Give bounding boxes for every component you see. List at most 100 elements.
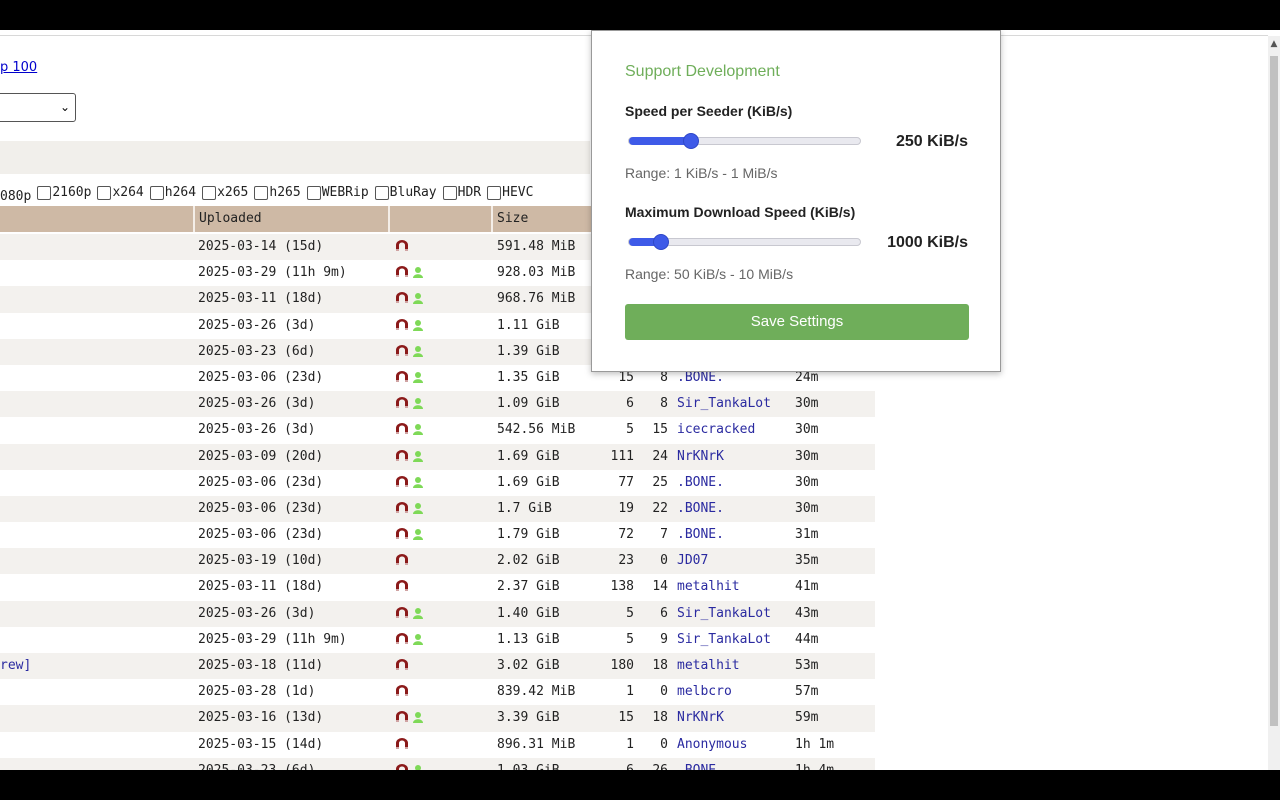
magnet-icon[interactable]: [395, 580, 409, 592]
filter-checkbox[interactable]: [254, 185, 269, 200]
magnet-icon[interactable]: [395, 737, 409, 750]
table-row[interactable]: 2025-03-15 (14d) 896.31 MiB 1 0 Anonymous 1h …: [0, 731, 875, 758]
top-100-link[interactable]: p 100: [0, 60, 37, 75]
table-row[interactable]: 2025-03-29 (11h 9m) 1.13 GiB 5 9 Sir_TankaLo…: [0, 626, 875, 653]
magnet-icon[interactable]: [395, 606, 409, 619]
table-row[interactable]: 2025-03-06 (23d) 1.69 GiB 77 25 .BONE. 30m: [0, 469, 875, 496]
magnet-icon[interactable]: [395, 659, 409, 671]
row-uploader-link[interactable]: icecracked: [677, 417, 755, 443]
magnet-icon[interactable]: [395, 475, 409, 488]
row-uploader-link[interactable]: .BONE.: [677, 496, 724, 522]
magnet-icon[interactable]: [395, 554, 409, 566]
row-uploader-link[interactable]: metalhit: [677, 574, 740, 600]
table-row[interactable]: 2025-03-09 (20d) 1.69 GiB 111 24 NrKNrK 30m: [0, 443, 875, 470]
row-uploader-link[interactable]: melbcro: [677, 679, 732, 705]
row-uploader-link[interactable]: Sir_TankaLot: [677, 601, 771, 627]
filter-checkbox[interactable]: [97, 185, 112, 200]
magnet-icon[interactable]: [395, 370, 409, 383]
magnet-icon[interactable]: [395, 449, 409, 462]
table-row[interactable]: 2025-03-28 (1d) 839.42 MiB 1 0 melbcro 57m: [0, 679, 875, 706]
magnet-icon[interactable]: [395, 711, 409, 723]
row-seeders: 23: [618, 553, 634, 569]
row-uploader-link[interactable]: Sir_TankaLot: [677, 391, 771, 417]
magnet-icon[interactable]: [395, 318, 409, 331]
category-select[interactable]: ⌄: [0, 93, 76, 122]
row-uploader-link[interactable]: .BONE.: [677, 470, 724, 496]
magnet-icon[interactable]: [395, 292, 409, 304]
save-settings-button[interactable]: Save Settings: [625, 304, 969, 340]
table-row[interactable]: 2025-03-19 (10d) 2.02 GiB 23 0 JD07 35m: [0, 548, 875, 575]
filter-option[interactable]: WEBRip: [306, 185, 369, 200]
filter-option[interactable]: h265: [254, 185, 301, 200]
filter-option[interactable]: h264: [149, 185, 196, 200]
filter-checkbox[interactable]: [374, 185, 389, 200]
row-uploaded: 2025-03-06 (23d): [198, 500, 324, 516]
row-size: 591.48 MiB: [497, 239, 576, 254]
table-row[interactable]: rew] 2025-03-18 (11d) 3.02 GiB 180 18 metalhi…: [0, 653, 875, 680]
filter-option[interactable]: BluRay: [374, 185, 437, 200]
header-name[interactable]: [0, 206, 195, 232]
row-uploader-link[interactable]: NrKNrK: [677, 705, 724, 731]
window-top-bar: [0, 0, 1280, 30]
magnet-icon[interactable]: [395, 632, 409, 645]
max-download-value: 1000 KiB/s: [887, 234, 968, 251]
magnet-icon[interactable]: [395, 423, 409, 435]
header-size[interactable]: Size: [493, 206, 595, 232]
filter-checkbox[interactable]: [37, 185, 52, 200]
download-slider-thumb[interactable]: [652, 234, 669, 250]
row-uploaded: 2025-03-23 (6d): [198, 758, 315, 770]
table-row[interactable]: 2025-03-06 (23d) 1.79 GiB 72 7 .BONE. 31m: [0, 522, 875, 549]
seeder-slider-thumb[interactable]: [683, 133, 700, 149]
header-uploaded[interactable]: Uploaded: [195, 206, 390, 232]
row-uploader-link[interactable]: Anonymous: [677, 732, 747, 758]
row-icons: [395, 580, 409, 594]
filter-checkbox[interactable]: [487, 185, 502, 200]
table-row[interactable]: 2025-03-11 (18d) 2.37 GiB 138 14 metalhit 41m: [0, 574, 875, 601]
max-download-range: Range: 50 KiB/s - 10 MiB/s: [625, 266, 794, 282]
support-development-link[interactable]: Support Development: [625, 63, 780, 81]
filter-option[interactable]: 080p: [0, 189, 31, 204]
table-row[interactable]: 2025-03-26 (3d) 1.40 GiB 5 6 Sir_TankaLot 43m: [0, 600, 875, 627]
filter-option[interactable]: x264: [97, 185, 144, 200]
row-uploader-link[interactable]: NrKNrK: [677, 444, 724, 470]
filter-checkbox[interactable]: [306, 185, 321, 200]
magnet-icon[interactable]: [395, 528, 409, 540]
magnet-icon[interactable]: [395, 685, 409, 697]
filter-checkbox[interactable]: [202, 185, 217, 200]
row-uploader-link[interactable]: .BONE.: [677, 758, 724, 770]
magnet-icon[interactable]: [395, 266, 409, 278]
trusted-user-icon: [412, 371, 424, 383]
trusted-user-icon: [412, 423, 424, 436]
row-seeders: 77: [618, 474, 634, 490]
seeder-speed-slider[interactable]: [628, 133, 861, 149]
row-uploader-link[interactable]: metalhit: [677, 653, 740, 679]
table-row[interactable]: 2025-03-26 (3d) 1.09 GiB 6 8 Sir_TankaLot 30m: [0, 391, 875, 418]
filter-option[interactable]: HEVC: [487, 185, 533, 200]
trusted-user-icon: [412, 266, 424, 279]
table-row[interactable]: 2025-03-23 (6d) 1.03 GiB 6 26 .BONE. 1h 4m: [0, 757, 875, 770]
row-size: 896.31 MiB: [497, 736, 576, 752]
magnet-icon[interactable]: [395, 240, 409, 252]
table-row[interactable]: 2025-03-26 (3d) 542.56 MiB 5 15 icecracked 30…: [0, 417, 875, 444]
filter-option[interactable]: HDR: [442, 185, 481, 200]
filter-checkbox[interactable]: [149, 185, 164, 200]
row-uploader-link[interactable]: Sir_TankaLot: [677, 627, 771, 653]
scrollbar-thumb[interactable]: [1270, 56, 1278, 726]
magnet-icon[interactable]: [395, 344, 409, 357]
row-name-link[interactable]: rew]: [0, 653, 31, 679]
filter-option[interactable]: x265: [202, 185, 248, 200]
filter-option[interactable]: 2160p: [37, 185, 91, 200]
magnet-icon[interactable]: [395, 397, 409, 409]
filter-checkbox[interactable]: [442, 185, 457, 200]
row-uploader-link[interactable]: .BONE.: [677, 522, 724, 548]
row-uploaded: 2025-03-26 (3d): [198, 317, 316, 333]
table-row[interactable]: 2025-03-16 (13d) 3.39 GiB 15 18 NrKNrK 59m: [0, 705, 875, 732]
scroll-up-icon[interactable]: ▲: [1268, 38, 1280, 50]
row-size: 968.76 MiB: [497, 291, 576, 307]
magnet-icon[interactable]: [395, 501, 409, 514]
row-size: 3.02 GiB: [497, 658, 560, 673]
table-row[interactable]: 2025-03-06 (23d) 1.7 GiB 19 22 .BONE. 30m: [0, 495, 875, 523]
max-download-slider[interactable]: [628, 234, 861, 250]
row-uploader-link[interactable]: JD07: [677, 548, 708, 574]
trusted-user-icon: [412, 345, 424, 357]
